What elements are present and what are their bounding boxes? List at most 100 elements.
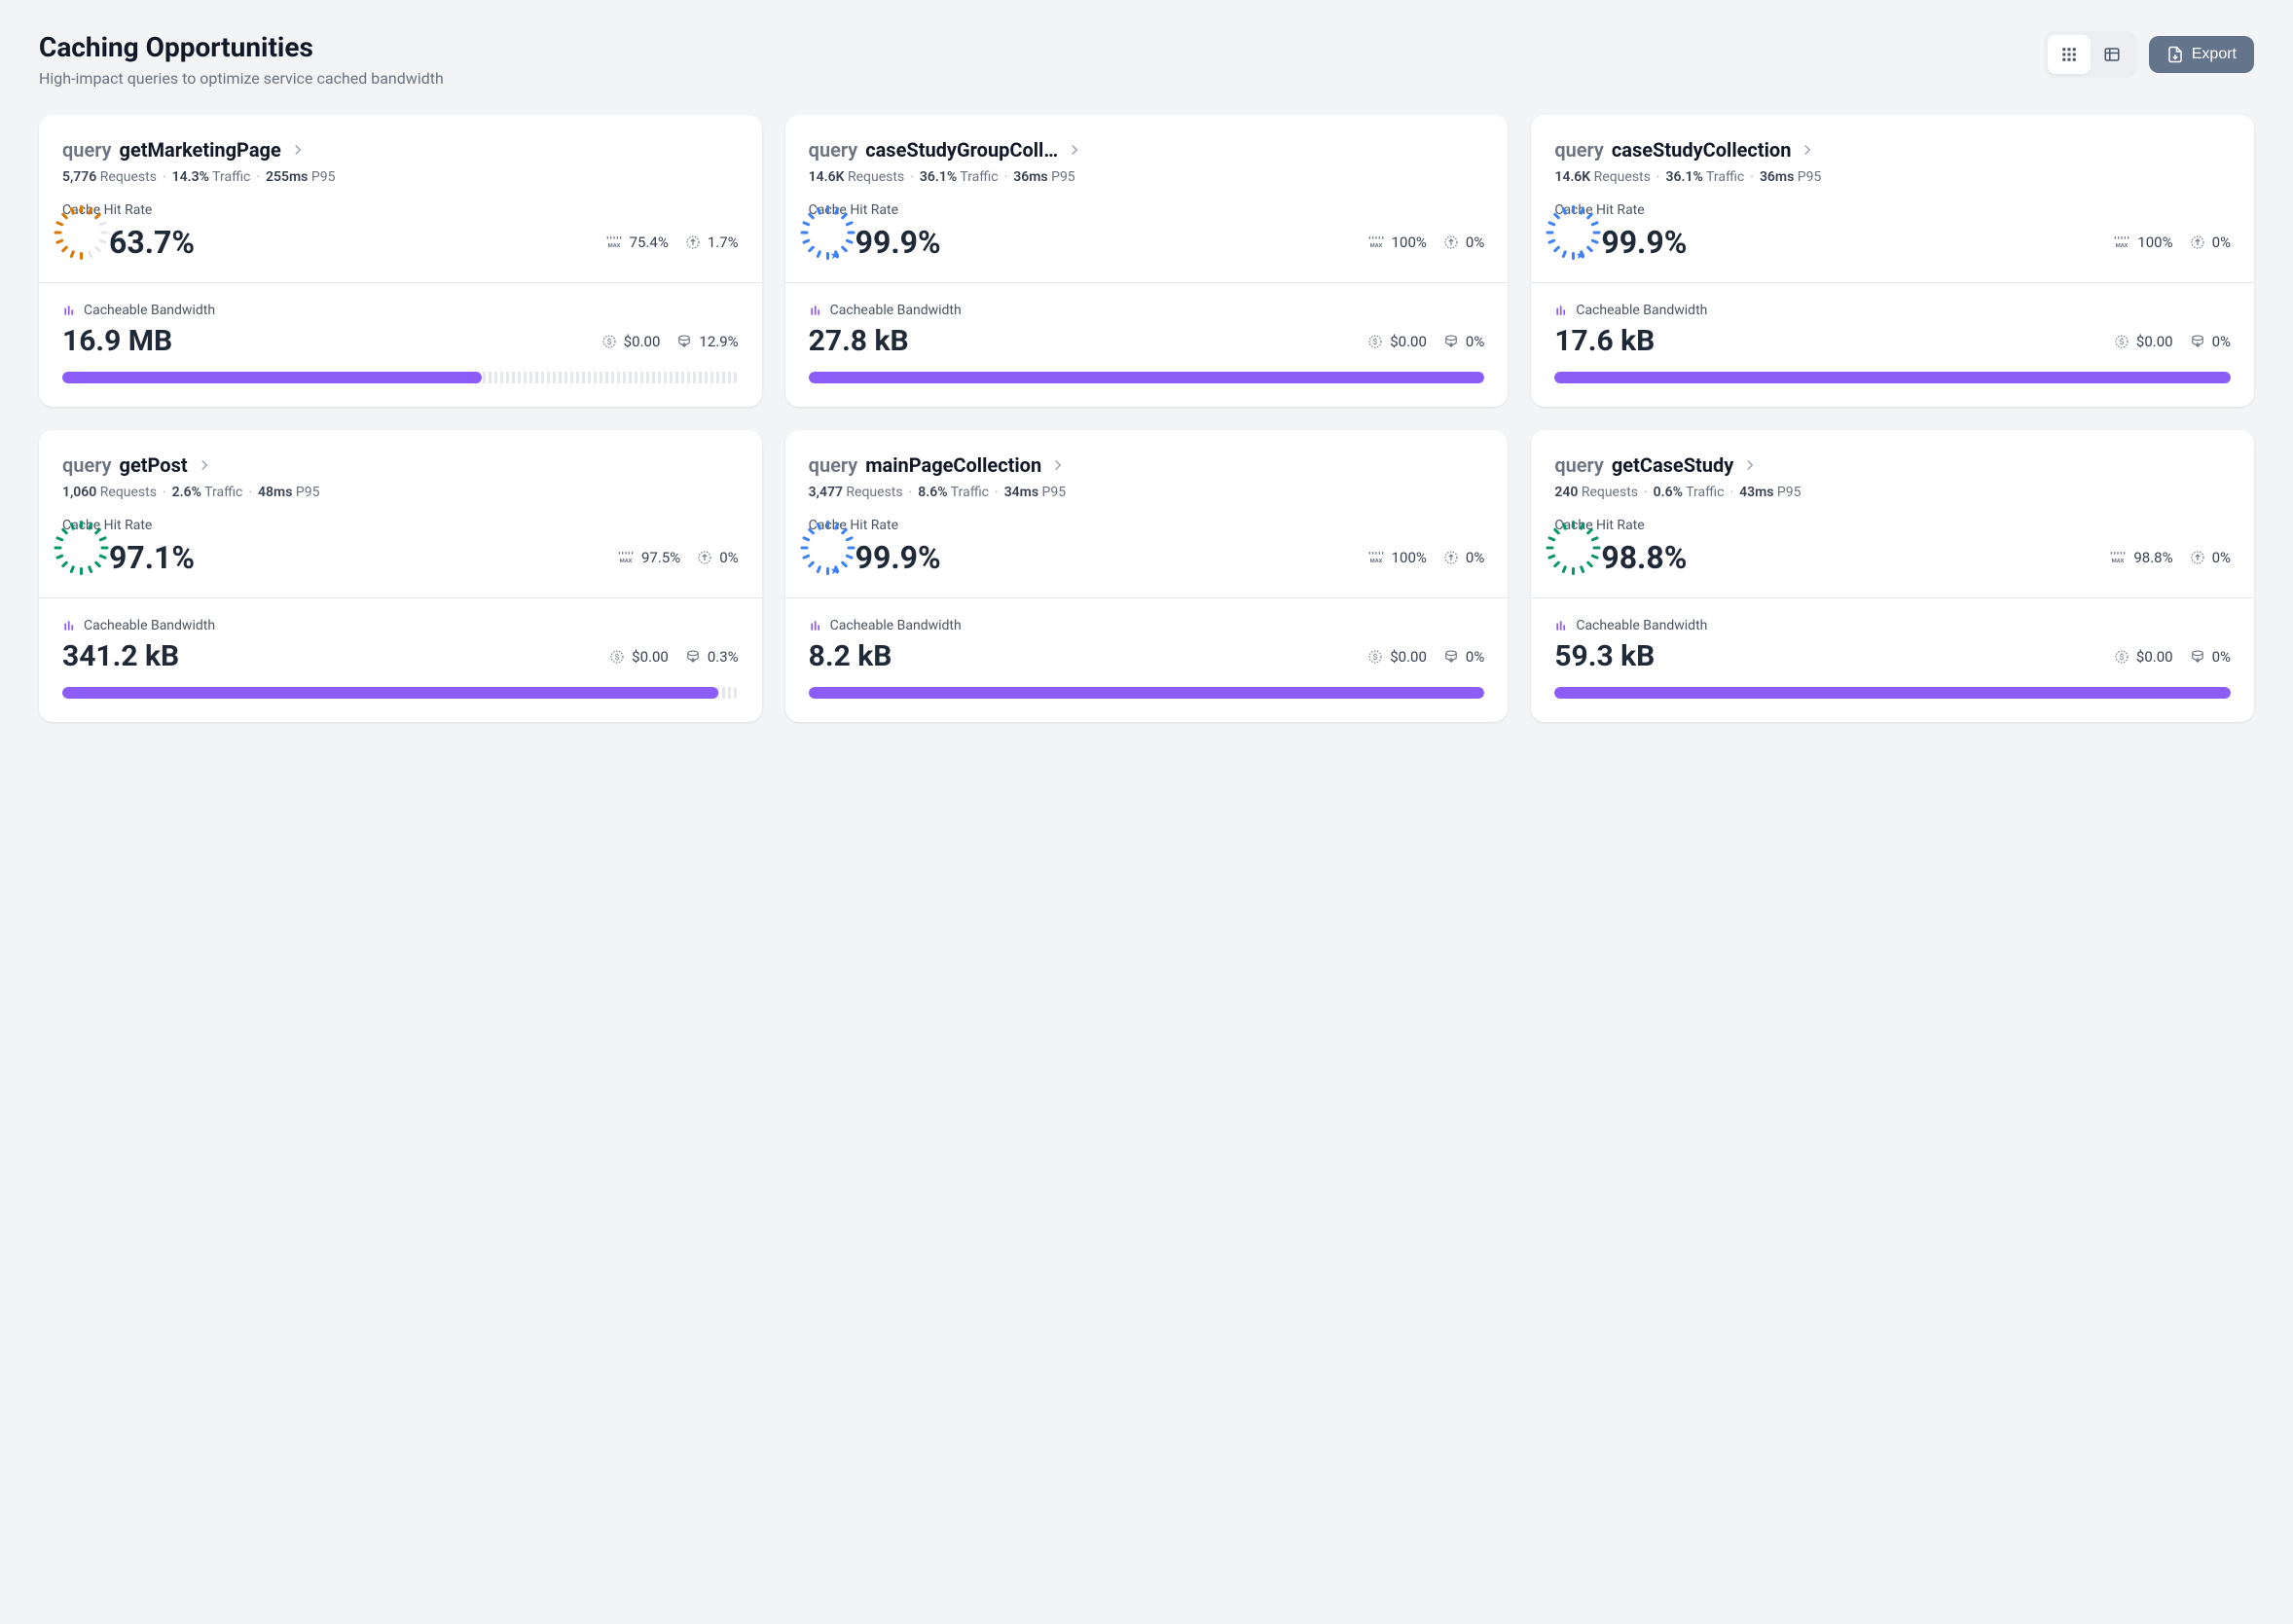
bandwidth-cost: $ $0.00 bbox=[2113, 648, 2173, 666]
bandwidth-progress bbox=[1554, 372, 2231, 383]
bandwidth-label: Cacheable Bandwidth bbox=[809, 618, 1485, 633]
bandwidth-progress bbox=[1554, 687, 2231, 699]
query-meta: 14.6K Requests · 36.1% Traffic · 36ms P9… bbox=[1554, 169, 2231, 185]
query-prefix: query bbox=[62, 453, 112, 477]
bars-icon bbox=[1554, 304, 1568, 317]
query-prefix: query bbox=[809, 453, 858, 477]
bandwidth-progress bbox=[809, 372, 1485, 383]
cost-icon: $ bbox=[608, 648, 626, 666]
bandwidth-value: 59.3 kB bbox=[1554, 639, 1655, 673]
query-title-row[interactable]: query getPost bbox=[62, 453, 739, 477]
query-meta: 3,477 Requests · 8.6% Traffic · 34ms P95 bbox=[809, 485, 1485, 500]
cache-hit-rate-label: Cache Hit Rate bbox=[62, 518, 739, 533]
chevron-right-icon bbox=[196, 456, 213, 474]
chevron-right-icon bbox=[1066, 141, 1083, 159]
chevron-right-icon bbox=[289, 141, 307, 159]
bandwidth-value: 341.2 kB bbox=[62, 639, 179, 673]
max-icon: MAX bbox=[616, 551, 636, 564]
query-prefix: query bbox=[62, 138, 112, 162]
uncached-icon bbox=[684, 234, 702, 251]
uncached-icon bbox=[1442, 234, 1460, 251]
chevron-right-icon bbox=[1049, 456, 1067, 474]
cache-hit-rate-label: Cache Hit Rate bbox=[1554, 202, 2231, 218]
bandwidth-progress bbox=[62, 372, 739, 383]
svg-text:MAX: MAX bbox=[607, 243, 620, 249]
export-icon bbox=[2166, 46, 2184, 63]
uncached-rate: 0% bbox=[696, 549, 738, 566]
hit-rate-value: 63.7% bbox=[109, 224, 195, 261]
bandwidth-label: Cacheable Bandwidth bbox=[62, 303, 739, 318]
grid-icon bbox=[2060, 46, 2078, 63]
cost-icon: $ bbox=[1366, 648, 1384, 666]
query-title-row[interactable]: query getMarketingPage bbox=[62, 138, 739, 162]
bandwidth-label: Cacheable Bandwidth bbox=[1554, 618, 2231, 633]
export-button[interactable]: Export bbox=[2149, 36, 2254, 73]
query-card: query getCaseStudy 240 Requests · 0.6% T… bbox=[1531, 430, 2254, 722]
bandwidth-savings: 0% bbox=[2189, 333, 2231, 350]
cards-grid: query getMarketingPage 5,776 Requests · … bbox=[39, 115, 2254, 722]
max-hit-rate: MAX 100% bbox=[1366, 234, 1427, 251]
bandwidth-progress bbox=[809, 687, 1485, 699]
uncached-rate: 0% bbox=[2189, 234, 2231, 251]
max-hit-rate: MAX 97.5% bbox=[616, 549, 680, 566]
table-view-button[interactable] bbox=[2091, 35, 2133, 74]
page-title: Caching Opportunities bbox=[39, 31, 444, 63]
query-title-row[interactable]: query getCaseStudy bbox=[1554, 453, 2231, 477]
bandwidth-savings: 0% bbox=[1442, 333, 1484, 350]
cost-icon: $ bbox=[2113, 333, 2130, 350]
cost-icon: $ bbox=[2113, 648, 2130, 666]
hit-rate-value: 98.8% bbox=[1601, 539, 1687, 576]
bandwidth-label: Cacheable Bandwidth bbox=[809, 303, 1485, 318]
cost-icon: $ bbox=[1366, 333, 1384, 350]
svg-text:$: $ bbox=[615, 652, 620, 663]
bandwidth-savings: 0.3% bbox=[684, 648, 739, 666]
bars-icon bbox=[62, 619, 76, 632]
query-prefix: query bbox=[1554, 453, 1604, 477]
max-icon: MAX bbox=[1366, 551, 1386, 564]
query-name: mainPageCollection bbox=[865, 453, 1041, 477]
query-meta: 240 Requests · 0.6% Traffic · 43ms P95 bbox=[1554, 485, 2231, 500]
hit-rate-value: 99.9% bbox=[855, 539, 941, 576]
svg-text:MAX: MAX bbox=[1369, 559, 1382, 564]
bandwidth-value: 17.6 kB bbox=[1554, 324, 1655, 358]
cache-hit-rate-label: Cache Hit Rate bbox=[1554, 518, 2231, 533]
hit-rate-value: 97.1% bbox=[109, 539, 195, 576]
page-header: Caching Opportunities High-impact querie… bbox=[39, 31, 2254, 88]
savings-icon bbox=[1442, 333, 1460, 350]
query-card: query getPost 1,060 Requests · 2.6% Traf… bbox=[39, 430, 762, 722]
svg-text:MAX: MAX bbox=[2112, 559, 2125, 564]
view-toggle bbox=[2044, 31, 2137, 78]
query-name: caseStudyCollection bbox=[1612, 138, 1792, 162]
query-card: query getMarketingPage 5,776 Requests · … bbox=[39, 115, 762, 407]
query-title-row[interactable]: query mainPageCollection bbox=[809, 453, 1485, 477]
savings-icon bbox=[684, 648, 702, 666]
table-icon bbox=[2103, 46, 2121, 63]
svg-text:MAX: MAX bbox=[620, 559, 633, 564]
hit-rate-spinner-icon bbox=[809, 225, 844, 260]
cache-hit-rate-label: Cache Hit Rate bbox=[809, 518, 1485, 533]
bandwidth-cost: $ $0.00 bbox=[601, 333, 661, 350]
bandwidth-savings: 0% bbox=[2189, 648, 2231, 666]
max-icon: MAX bbox=[1366, 235, 1386, 249]
savings-icon bbox=[2189, 333, 2206, 350]
chevron-right-icon bbox=[1799, 141, 1816, 159]
cost-icon: $ bbox=[601, 333, 618, 350]
query-name: getMarketingPage bbox=[120, 138, 281, 162]
hit-rate-spinner-icon bbox=[1554, 225, 1589, 260]
bars-icon bbox=[62, 304, 76, 317]
bandwidth-progress bbox=[62, 687, 739, 699]
query-meta: 1,060 Requests · 2.6% Traffic · 48ms P95 bbox=[62, 485, 739, 500]
grid-view-button[interactable] bbox=[2048, 35, 2091, 74]
uncached-rate: 1.7% bbox=[684, 234, 739, 251]
bandwidth-label: Cacheable Bandwidth bbox=[62, 618, 739, 633]
max-hit-rate: MAX 98.8% bbox=[2108, 549, 2172, 566]
uncached-icon bbox=[2189, 549, 2206, 566]
query-title-row[interactable]: query caseStudyCollection bbox=[1554, 138, 2231, 162]
savings-icon bbox=[2189, 648, 2206, 666]
query-title-row[interactable]: query caseStudyGroupColl… bbox=[809, 138, 1485, 162]
bandwidth-cost: $ $0.00 bbox=[1366, 333, 1427, 350]
hit-rate-spinner-icon bbox=[62, 540, 97, 575]
page-subtitle: High-impact queries to optimize service … bbox=[39, 69, 444, 88]
svg-text:MAX: MAX bbox=[1369, 243, 1382, 249]
query-prefix: query bbox=[1554, 138, 1604, 162]
